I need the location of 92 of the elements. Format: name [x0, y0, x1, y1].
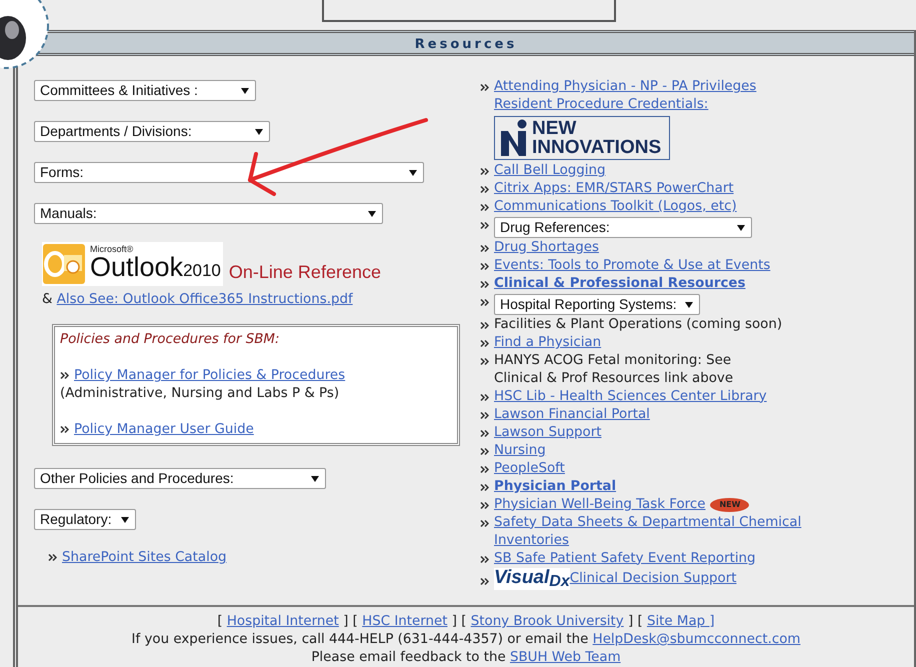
footer-link[interactable]: Hospital Internet: [226, 614, 339, 629]
resource-text: Facilities & Plant Operations (coming soon): [494, 316, 782, 334]
caret-icon: [311, 474, 319, 483]
logo-icon: [500, 119, 528, 157]
resource-text: HANYS ACOG Fetal monitoring: See Clinical & Prof Resources link above: [494, 352, 734, 388]
bullet-icon: [480, 357, 489, 366]
bullet-icon: [480, 576, 489, 586]
bullet-icon: [480, 244, 489, 253]
caret-icon: [684, 300, 693, 308]
footer-text: Please email feedback to the: [311, 650, 506, 665]
caret-icon: [121, 516, 129, 524]
resource-link[interactable]: Nursing: [494, 442, 546, 460]
sharepoint-link[interactable]: SharePoint Sites Catalog: [62, 550, 227, 566]
caret-icon: [241, 86, 249, 94]
brand-text: Microsoft®: [90, 244, 134, 254]
caret-icon: [255, 128, 263, 136]
resource-link[interactable]: Events: Tools to Promote & Use at Events: [494, 257, 770, 275]
caret-icon: [737, 224, 745, 232]
dropdown[interactable]: Drug References:: [494, 217, 752, 238]
footer-link[interactable]: HelpDesk@sbumcconnect.com: [592, 632, 800, 647]
resource-link[interactable]: Clinical & Professional Resources: [494, 275, 746, 293]
bullet-icon: [480, 410, 489, 420]
resource-link[interactable]: Physician Portal: [494, 478, 616, 496]
resource-link[interactable]: Call Bell Logging: [494, 162, 606, 180]
bullet-icon: [60, 424, 69, 434]
caret-icon: [368, 210, 376, 218]
footer-text: ] [: [343, 614, 358, 629]
dropdown[interactable]: Committees & Initiatives :: [34, 80, 256, 101]
resource-link[interactable]: Lawson Financial Portal: [494, 406, 650, 424]
version-text: 2010: [183, 260, 221, 280]
resource-link[interactable]: Find a Physician: [494, 334, 602, 352]
panel-title: Policies and Procedures for SBM:: [60, 331, 280, 350]
bullet-icon: [480, 262, 489, 271]
footer-text: ] [: [452, 614, 466, 629]
policy-link[interactable]: Policy Manager User Guide: [74, 422, 254, 438]
footer-text: [: [217, 614, 223, 629]
footer-text: ] [: [628, 614, 643, 629]
resource-link[interactable]: Attending Physician - NP - PA Privileges: [494, 78, 756, 96]
bullet-icon: [480, 428, 489, 438]
pdf-link[interactable]: Also See: Outlook Office365 Instructions.pdf: [56, 292, 353, 307]
bullet-icon: [480, 221, 489, 230]
logo-text: INNOVATIONS: [532, 138, 662, 157]
resource-link[interactable]: Physician Well-Being Task Force: [494, 496, 706, 514]
resource-link[interactable]: HSC Lib - Health Sciences Center Library: [494, 388, 767, 406]
bullet-icon: [480, 482, 489, 492]
ampersand-text: &: [42, 292, 52, 307]
dropdown[interactable]: Regulatory:: [34, 509, 136, 530]
bullet-icon: [480, 203, 489, 212]
bullet-icon: [480, 446, 489, 456]
dropdown[interactable]: Hospital Reporting Systems:: [494, 294, 700, 315]
caption-text: On-Line Reference: [228, 261, 381, 284]
bullet-icon: [60, 370, 69, 380]
new-badge: NEW: [710, 498, 750, 512]
resource-link[interactable]: SB Safe Patient Safety Event Reporting: [494, 550, 756, 568]
resource-link[interactable]: Clinical Decision Support: [570, 570, 736, 588]
product-text: Outlook: [90, 252, 184, 282]
resource-link[interactable]: PeopleSoft: [494, 460, 565, 478]
bullet-icon: [480, 280, 489, 289]
logo-text: NEW: [532, 119, 578, 138]
footer-text: If you experience issues, call 444-HELP (631-444-4357) or email the: [132, 632, 588, 647]
bullet-icon: [480, 339, 489, 348]
bullet-icon: [480, 464, 489, 474]
policy-note: (Administrative, Nursing and Labs P & Ps): [60, 385, 340, 404]
bullet-icon: [48, 552, 57, 562]
footer-link[interactable]: Stony Brook University: [470, 614, 624, 629]
bullet-icon: [480, 554, 489, 564]
bullet-icon: [480, 167, 489, 176]
bullet-icon: [480, 500, 489, 510]
footer-link[interactable]: Site Map ]: [646, 614, 715, 629]
resource-link[interactable]: Drug Shortages: [494, 239, 599, 257]
footer-link[interactable]: HSC Internet: [362, 614, 448, 629]
resource-link[interactable]: Safety Data Sheets & Departmental Chemical Inventories: [494, 514, 802, 550]
bullet-icon: [480, 392, 489, 402]
resource-link[interactable]: Resident Procedure Credentials:: [494, 96, 708, 114]
footer-link[interactable]: SBUH Web Team: [510, 650, 621, 665]
section-title: Resources: [414, 37, 518, 52]
policy-link[interactable]: Policy Manager for Policies & Procedures: [74, 368, 346, 384]
caret-icon: [409, 168, 417, 176]
resource-link[interactable]: Lawson Support: [494, 424, 602, 442]
resource-link[interactable]: Citrix Apps: EMR/STARS PowerChart: [494, 180, 734, 198]
new-innovations-logo[interactable]: NEW INNOVATIONS: [494, 116, 670, 160]
resource-link[interactable]: Communications Toolkit (Logos, etc): [494, 198, 737, 216]
bullet-icon: [480, 298, 489, 307]
dropdown[interactable]: Departments / Divisions:: [34, 121, 270, 142]
dropdown[interactable]: Forms:: [34, 162, 424, 183]
visualdx-logo: Visual$_{Dx}$: [494, 568, 570, 590]
dropdown[interactable]: Manuals:: [34, 203, 383, 224]
dropdown[interactable]: Other Policies and Procedures:: [34, 468, 326, 490]
bullet-icon: [480, 518, 489, 528]
bullet-icon: [480, 321, 489, 330]
bullet-icon: [480, 185, 489, 194]
bullet-icon: [480, 83, 489, 92]
